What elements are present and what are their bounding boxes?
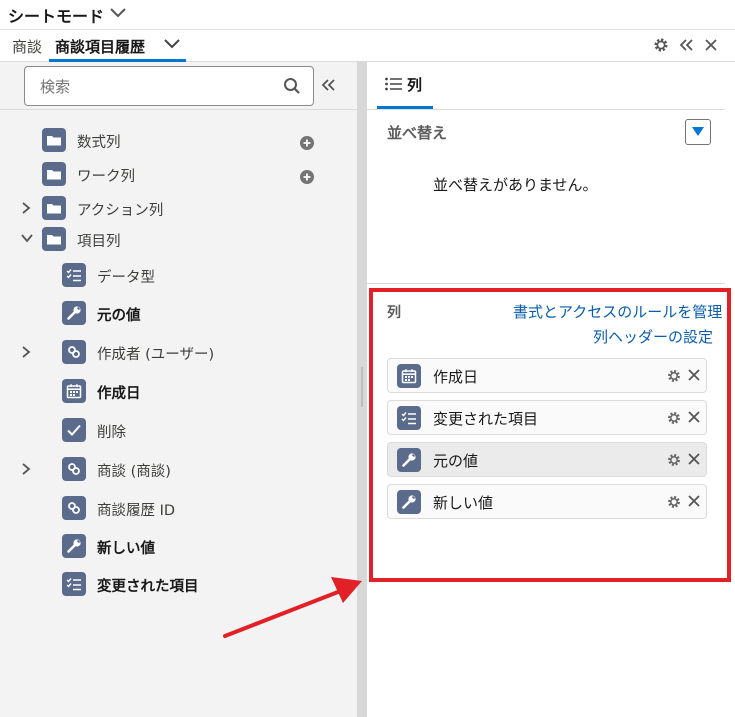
tree-item-label: 元の値 [97,308,141,324]
lookup-icon [62,496,86,520]
tree-item-created-by[interactable]: 作成者 (ユーザー) [20,337,330,367]
sort-empty-text: 並べ替えがありません。 [433,176,598,194]
tree-item-label: ワーク列 [77,169,135,185]
tree-item-label: データ型 [97,270,155,286]
search-box[interactable]: 検索 [24,66,314,106]
tree-item-old-value[interactable]: 元の値 [40,298,330,328]
chevron-right-icon[interactable] [20,462,32,476]
add-formula-icon[interactable] [300,136,314,150]
tree-item-label: 項目列 [77,234,121,250]
tree-item-label: 商談 (商談) [97,464,171,480]
splitter-grip[interactable] [361,367,363,407]
chevron-right-icon[interactable] [20,345,32,359]
search-placeholder[interactable]: 検索 [40,76,70,97]
tab-columns-label: 列 [407,76,423,94]
tree-item-work[interactable]: ワーク列 [20,159,320,189]
tree-item-label: アクション列 [77,203,164,219]
tree-item-formula[interactable]: 数式列 [20,125,320,155]
field-list-panel: 検索 数式列 ワーク列 アクション列 項目列 データ型 元の値 作成者 (ユーザ… [0,62,357,717]
tree-item-fields[interactable]: 項目列 [20,224,320,254]
list-icon [385,77,403,91]
add-work-icon[interactable] [300,170,314,184]
tree-item-created-date[interactable]: 作成日 [40,376,330,406]
close-icon[interactable] [703,37,719,53]
panel-splitter[interactable] [357,62,367,717]
sort-title: 並べ替え [387,124,448,142]
tab-object[interactable]: 商談 [12,36,42,57]
divider [367,109,725,110]
tab-columns[interactable]: 列 [377,62,433,109]
tree-item-label: 商談履歴 ID [97,503,176,519]
picklist-icon [62,572,86,596]
highlight-box [369,288,731,582]
mode-title[interactable]: シートモード [8,3,104,27]
wrench-icon [62,301,86,325]
settings-gear-icon[interactable] [653,37,669,53]
mode-chevron-down-icon[interactable] [109,6,127,20]
tree-item-history-id[interactable]: 商談履歴 ID [40,493,330,523]
chevron-right-icon[interactable] [20,201,32,215]
folder-open-icon [42,227,66,251]
tree-item-label: 数式列 [77,135,121,151]
lookup-icon [62,340,86,364]
tree-item-data-type[interactable]: データ型 [40,260,330,290]
collapse-panel-icon[interactable] [678,37,694,53]
tab-bar: 商談 商談項目履歴 [0,30,735,62]
tree-item-new-value[interactable]: 新しい値 [40,531,330,561]
folder-icon [42,128,66,152]
tree-item-opportunity[interactable]: 商談 (商談) [20,454,330,484]
tree-item-changed-field[interactable]: 変更された項目 [40,569,330,599]
calendar-icon [62,379,86,403]
folder-icon [42,162,66,186]
wrench-icon [62,534,86,558]
tab-active-label[interactable]: 商談項目履歴 [55,36,145,57]
tree-item-deleted[interactable]: 削除 [40,415,330,445]
lookup-icon [62,457,86,481]
tree-item-label: 新しい値 [97,541,155,557]
tree-item-label: 削除 [97,425,126,441]
sort-dropdown-button[interactable] [685,119,711,145]
picklist-icon [62,263,86,287]
divider [0,109,357,110]
tree-item-label: 作成日 [97,386,141,402]
tree-item-label: 作成者 (ユーザー) [97,347,215,363]
tab-active[interactable]: 商談項目履歴 [49,30,186,62]
tree-item-label: 変更された項目 [97,579,199,595]
search-icon[interactable] [283,77,301,95]
chevron-down-icon[interactable] [20,232,34,244]
collapse-left-icon[interactable] [320,77,336,93]
checkbox-icon [62,418,86,442]
divider [367,283,725,284]
tab-chevron-down-icon[interactable] [163,37,181,51]
top-bar: シートモード [0,0,735,30]
folder-icon [42,196,66,220]
tree-item-action[interactable]: アクション列 [20,193,320,223]
